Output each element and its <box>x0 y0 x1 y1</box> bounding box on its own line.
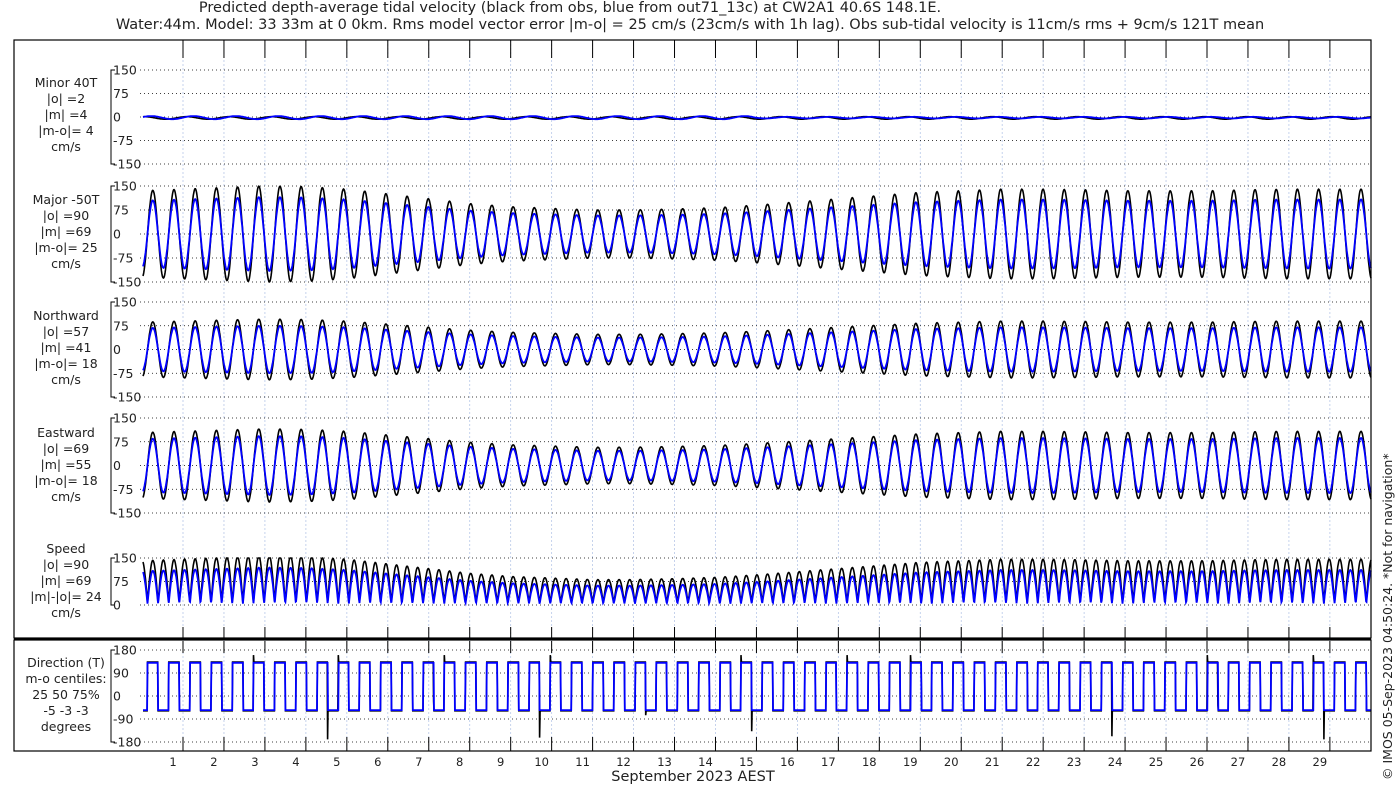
x-tick-label: 17 <box>821 755 836 769</box>
panel-label-line: m-o centiles: <box>25 671 107 686</box>
copyright-note: © IMOS 05-Sep-2023 04:50:24. *Not for na… <box>1380 453 1395 780</box>
x-tick-label: 5 <box>333 755 340 769</box>
y-tick-label: -150 <box>113 275 141 290</box>
panel-label-line: |m-o|= 25 <box>34 240 98 255</box>
lower-frame <box>13 639 1372 752</box>
y-tick-label: -150 <box>113 390 141 405</box>
x-tick-label: 20 <box>944 755 959 769</box>
chart-plot: 150750-75-150150750-75-150150750-75-1501… <box>13 39 1372 769</box>
x-tick-label: 13 <box>657 755 672 769</box>
panel-label-line: Northward <box>33 308 99 323</box>
panel-label-line: Eastward <box>37 425 95 440</box>
x-tick-label: 3 <box>251 755 258 769</box>
y-tick-label: -150 <box>113 506 141 521</box>
panel-label-line: |m-o|= 4 <box>38 123 94 138</box>
x-tick-label: 14 <box>698 755 713 769</box>
x-tick-label: 22 <box>1026 755 1041 769</box>
panel-label-line: cm/s <box>51 489 81 504</box>
x-tick-label: 21 <box>985 755 1000 769</box>
x-tick-label: 26 <box>1190 755 1205 769</box>
panel-label-line: |m| =55 <box>40 457 92 472</box>
x-tick-label: 29 <box>1313 755 1328 769</box>
panel-label-line: |m-o|= 18 <box>34 473 98 488</box>
x-tick-label: 27 <box>1231 755 1246 769</box>
panel-label-line: 25 50 75% <box>32 687 100 702</box>
x-tick-label: 28 <box>1272 755 1287 769</box>
panel-label-line: cm/s <box>51 256 81 271</box>
panel-label-line: |m-o|= 18 <box>34 356 98 371</box>
panel-label-line: Speed <box>46 541 86 556</box>
panel-label-line: |o| =90 <box>42 557 90 572</box>
y-tick-label: 150 <box>113 411 137 426</box>
panel-label-line: |m| =69 <box>40 224 92 239</box>
x-tick-label: 1 <box>169 755 176 769</box>
panel-label-line: |m|-|o|= 24 <box>30 589 102 604</box>
panel-label-line: Major -50T <box>32 192 100 207</box>
x-tick-label: 23 <box>1067 755 1082 769</box>
x-tick-label: 24 <box>1108 755 1123 769</box>
panel-label-line: Direction (T) <box>27 655 105 670</box>
x-tick-label: 25 <box>1149 755 1164 769</box>
panel-label-line: |m| =69 <box>40 573 92 588</box>
major-panel-label: Major -50T |o| =90 |m| =69 |m-o|= 25 cm/s <box>11 192 121 272</box>
x-tick-label: 7 <box>415 755 422 769</box>
x-tick-label: 19 <box>903 755 918 769</box>
panel-label-line: |m| =41 <box>40 340 92 355</box>
northward-panel-label: Northward |o| =57 |m| =41 |m-o|= 18 cm/s <box>11 308 121 388</box>
panel-label-line: cm/s <box>51 139 81 154</box>
panel-label-line: degrees <box>40 719 92 734</box>
x-tick-label: 8 <box>456 755 463 769</box>
panel-label-line: Minor 40T <box>34 75 98 90</box>
panel-label-line: |o| =69 <box>42 441 90 456</box>
panel-label-line: |m| =4 <box>44 107 88 122</box>
panel-label-line: cm/s <box>51 605 81 620</box>
x-tick-label: 11 <box>575 755 590 769</box>
panel-label-line: -5 -3 -3 <box>43 703 89 718</box>
panel-label-line: cm/s <box>51 372 81 387</box>
y-tick-label: -150 <box>113 157 141 172</box>
x-tick-label: 2 <box>210 755 217 769</box>
x-tick-label: 16 <box>780 755 795 769</box>
direction-model-series <box>143 661 1371 711</box>
x-tick-label: 9 <box>497 755 504 769</box>
eastward-panel-label: Eastward |o| =69 |m| =55 |m-o|= 18 cm/s <box>11 425 121 505</box>
x-tick-label: 15 <box>739 755 754 769</box>
x-tick-label: 12 <box>616 755 631 769</box>
minor-panel-label: Minor 40T |o| =2 |m| =4 |m-o|= 4 cm/s <box>11 75 121 155</box>
y-tick-label: -180 <box>113 735 141 750</box>
x-axis-label: September 2023 AEST <box>611 769 775 785</box>
x-tick-label: 6 <box>374 755 381 769</box>
panel-label-line: |o| =2 <box>46 91 86 106</box>
speed-panel-label: Speed |o| =90 |m| =69 |m|-|o|= 24 cm/s <box>11 541 121 621</box>
x-tick-label: 10 <box>534 755 549 769</box>
panel-label-line: |o| =57 <box>42 324 90 339</box>
x-tick-label: 18 <box>862 755 877 769</box>
x-tick-label: 4 <box>292 755 299 769</box>
panel-label-line: |o| =90 <box>42 208 90 223</box>
direction-panel-label: Direction (T) m-o centiles: 25 50 75% -5 -3… <box>11 655 121 735</box>
